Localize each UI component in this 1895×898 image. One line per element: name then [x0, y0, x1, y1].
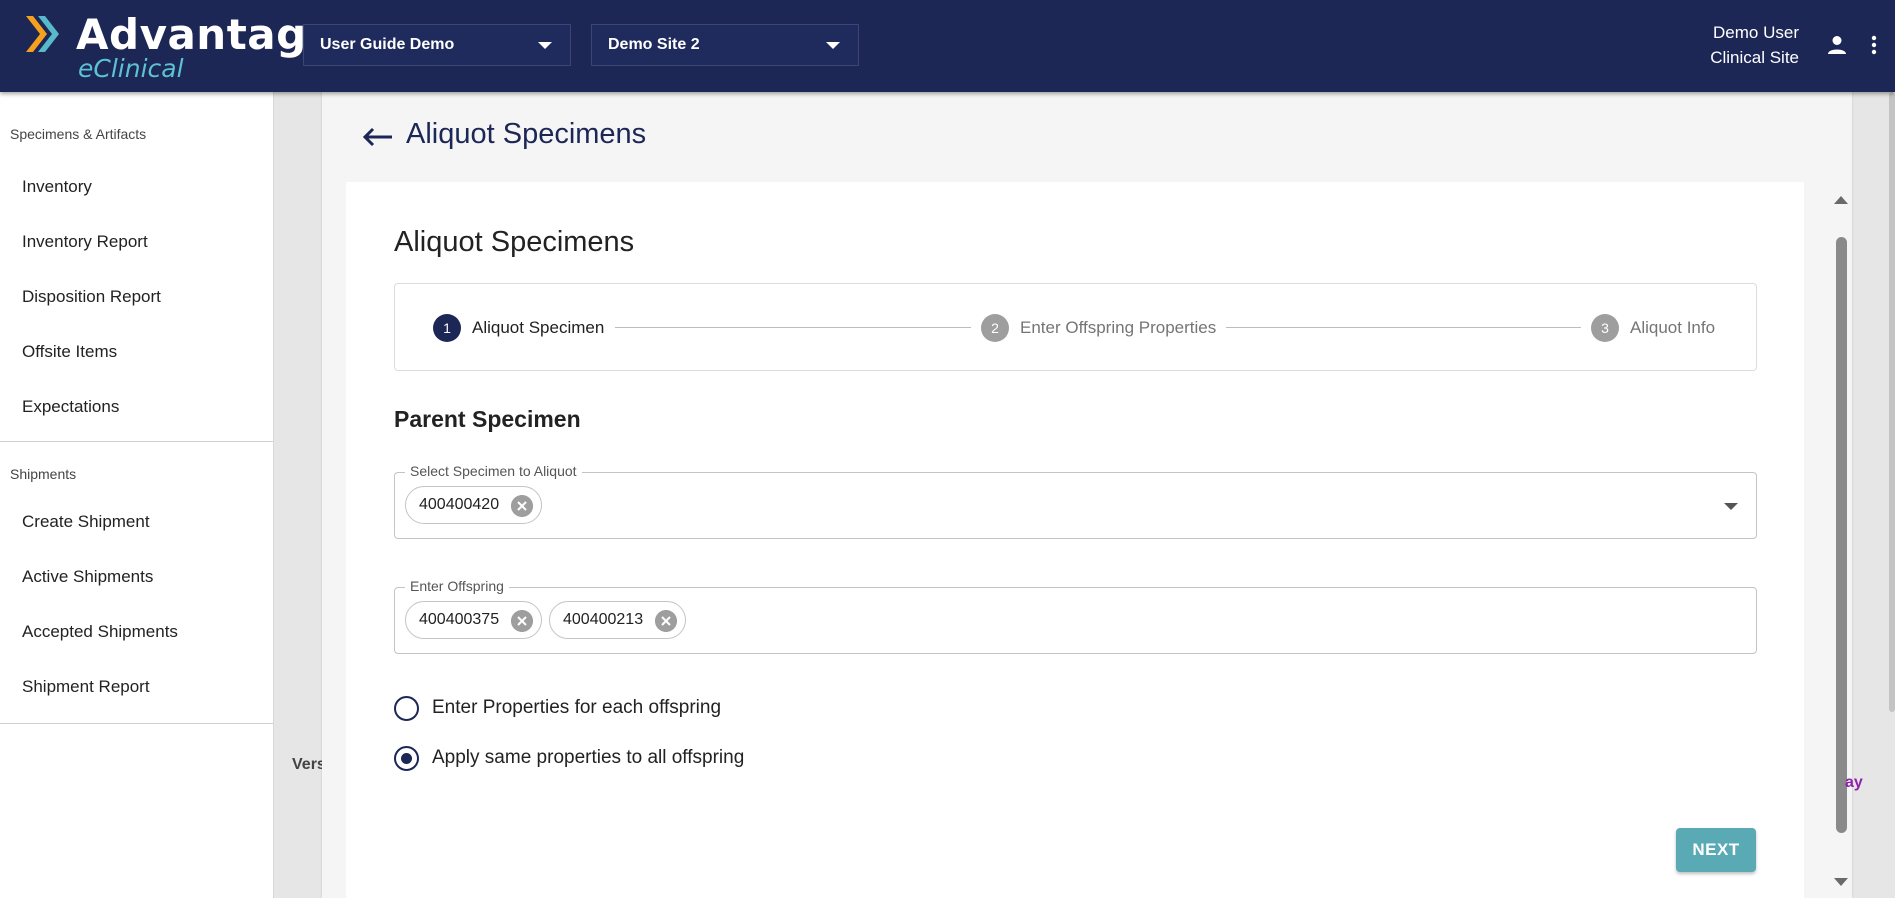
chevron-logo-icon [26, 16, 59, 52]
caret-down-icon [538, 42, 552, 49]
app-header: Advantage eClinical User Guide Demo Demo… [0, 0, 1895, 92]
logo-title: Advantage [76, 10, 336, 59]
footer-link-fragment[interactable]: ay [1845, 774, 1863, 792]
form-title: Aliquot Specimens [394, 226, 635, 258]
study-select-value: User Guide Demo [320, 36, 455, 53]
user-role: Clinical Site [1710, 48, 1799, 67]
step-connector [615, 327, 971, 328]
stepper: 1 Aliquot Specimen 2 Enter Offspring Pro… [394, 283, 1757, 371]
logo-subtitle: eClinical [78, 54, 184, 83]
more-vert-icon[interactable] [1868, 34, 1880, 56]
chip-label: 400400213 [563, 611, 644, 628]
app-logo[interactable]: Advantage eClinical [24, 10, 335, 83]
radio-button-checked[interactable] [394, 745, 419, 771]
site-select-value: Demo Site 2 [608, 36, 700, 53]
back-arrow-icon[interactable] [360, 122, 394, 152]
remove-chip-icon[interactable] [511, 610, 534, 632]
chip-label: 400400375 [419, 611, 500, 628]
step-2-number: 2 [981, 314, 1009, 342]
scroll-down-arrow-icon[interactable] [1834, 878, 1848, 886]
sidebar-item-disposition-report[interactable]: Disposition Report [0, 269, 273, 324]
step-1-label: Aliquot Specimen [472, 318, 605, 337]
field-label: Enter Offspring [405, 578, 509, 594]
user-info: Demo User Clinical Site [1710, 20, 1799, 70]
remove-chip-icon[interactable] [511, 495, 534, 517]
version-text-fragment: Vers [292, 756, 326, 773]
study-select[interactable]: User Guide Demo [303, 24, 571, 66]
sidebar-item-inventory[interactable]: Inventory [0, 159, 273, 214]
radio-same-properties[interactable]: Apply same properties to all offspring [394, 745, 744, 771]
enter-offspring-field[interactable]: Enter Offspring 400400375 400400213 [394, 578, 1757, 654]
radio-button[interactable] [394, 695, 419, 721]
page-title: Aliquot Specimens [406, 118, 647, 150]
step-1-number: 1 [433, 314, 461, 342]
field-label: Select Specimen to Aliquot [405, 463, 582, 479]
step-3-number: 3 [1591, 314, 1619, 342]
person-icon[interactable] [1826, 34, 1848, 56]
page-scrollbar[interactable] [1889, 92, 1895, 712]
step-connector [1226, 327, 1581, 328]
offspring-chip: 400400375 [405, 601, 543, 639]
specimen-chip: 400400420 [405, 486, 543, 524]
sidebar-item-expectations[interactable]: Expectations [0, 379, 273, 434]
chip-label: 400400420 [419, 496, 500, 513]
sidebar-item-offsite-items[interactable]: Offsite Items [0, 324, 273, 379]
sidebar-item-accepted-shipments[interactable]: Accepted Shipments [0, 604, 273, 659]
sidebar-item-inventory-report[interactable]: Inventory Report [0, 214, 273, 269]
radio-label: Enter Properties for each offspring [432, 697, 722, 718]
radio-each-offspring[interactable]: Enter Properties for each offspring [394, 695, 721, 721]
next-button[interactable]: NEXT [1676, 828, 1756, 872]
scroll-up-arrow-icon[interactable] [1834, 196, 1848, 204]
scrollbar-thumb[interactable] [1836, 237, 1847, 833]
section-title: Parent Specimen [394, 406, 581, 432]
sidebar: Specimens & Artifacts Inventory Inventor… [0, 92, 274, 898]
step-2-label: Enter Offspring Properties [1020, 318, 1217, 337]
sidebar-divider [0, 723, 273, 724]
radio-label: Apply same properties to all offspring [432, 747, 745, 768]
site-select[interactable]: Demo Site 2 [591, 24, 859, 66]
caret-down-icon[interactable] [1724, 503, 1738, 510]
offspring-chip: 400400213 [549, 601, 687, 639]
select-specimen-field[interactable]: Select Specimen to Aliquot 400400420 [394, 463, 1757, 539]
sidebar-item-active-shipments[interactable]: Active Shipments [0, 549, 273, 604]
user-name: Demo User [1713, 23, 1799, 42]
caret-down-icon [826, 42, 840, 49]
sidebar-section-shipments: Shipments [10, 466, 77, 482]
step-3-label: Aliquot Info [1630, 318, 1716, 337]
sidebar-item-shipment-report[interactable]: Shipment Report [0, 659, 273, 714]
remove-chip-icon[interactable] [655, 610, 678, 632]
sidebar-section-specimens: Specimens & Artifacts [10, 126, 147, 142]
sidebar-item-create-shipment[interactable]: Create Shipment [0, 494, 273, 549]
